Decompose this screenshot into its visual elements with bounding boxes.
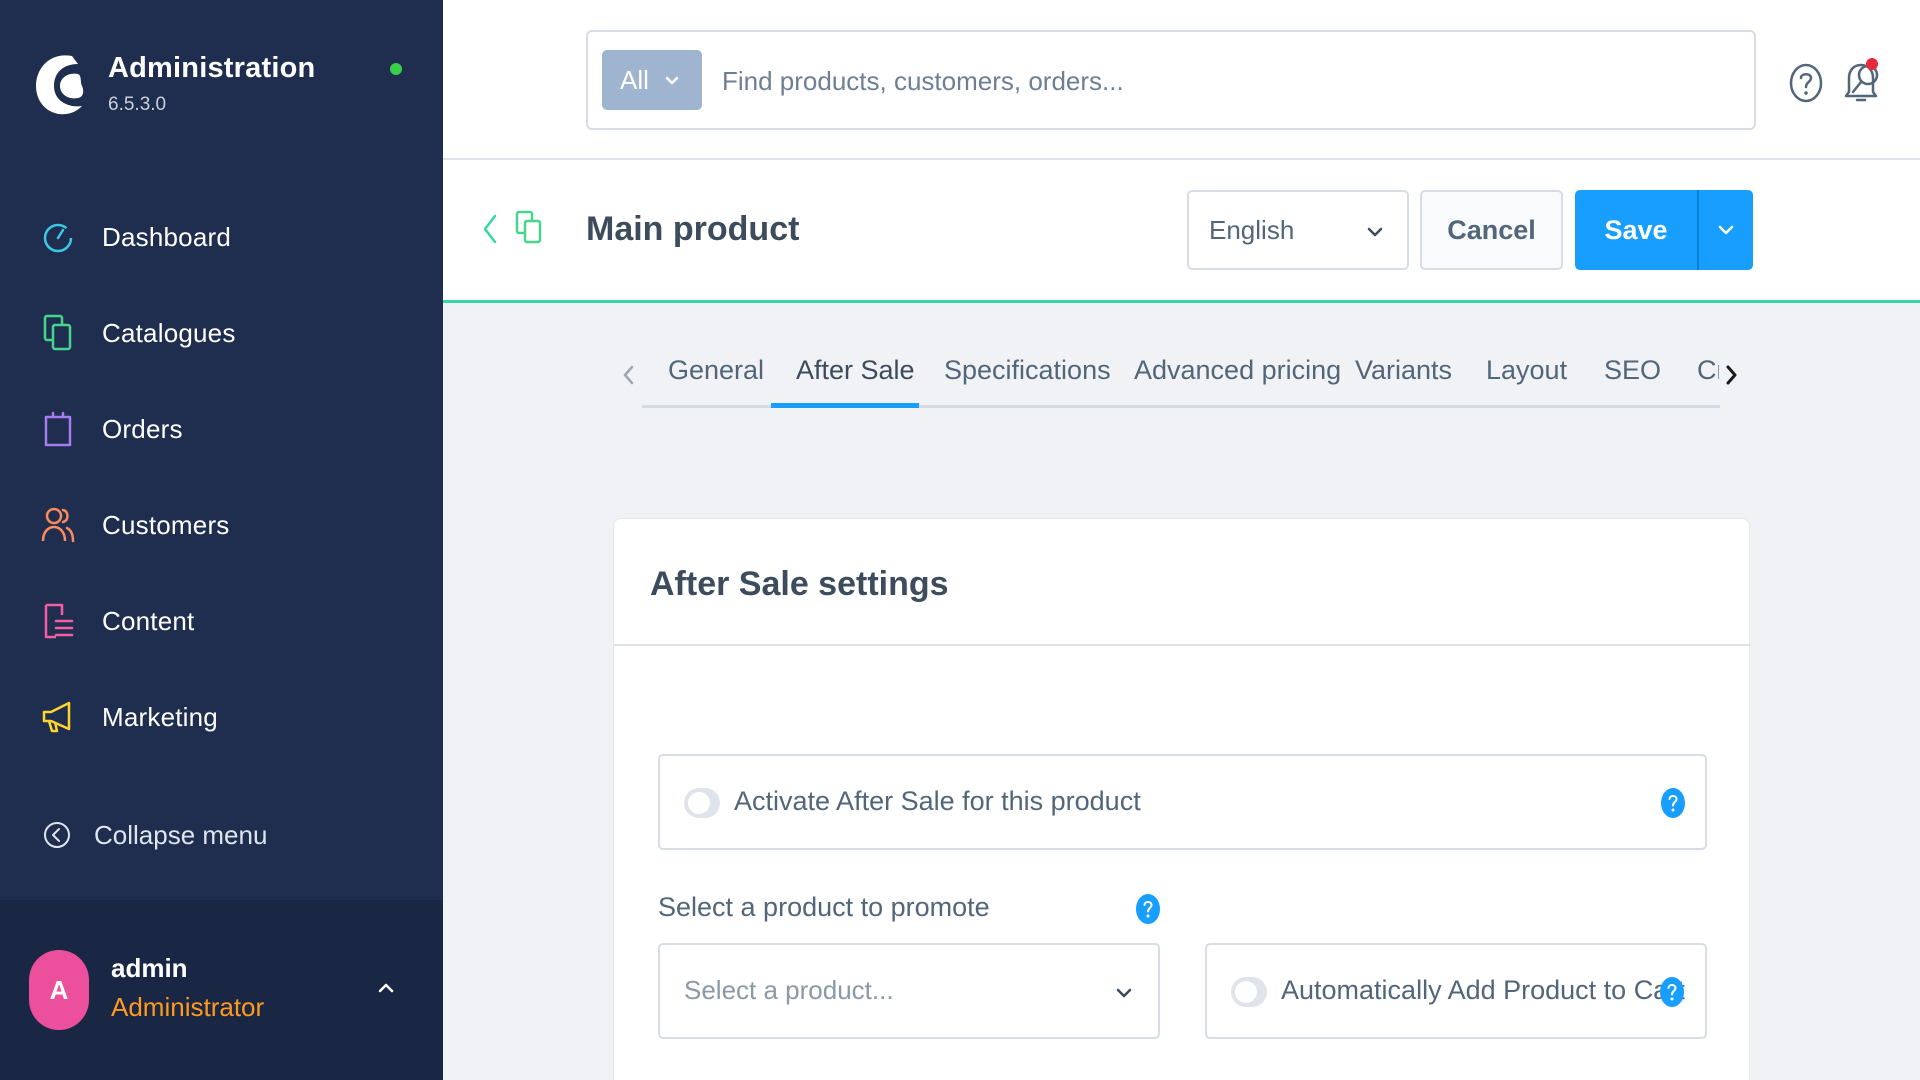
tab-specifications[interactable]: Specifications: [944, 345, 1111, 405]
product-select-placeholder: Select a product...: [684, 975, 894, 1005]
sidebar-item-label: Orders: [102, 413, 183, 444]
content-icon: [40, 601, 76, 641]
info-icon[interactable]: [1660, 977, 1684, 1007]
collapse-icon: [44, 822, 70, 848]
promote-product-label: Select a product to promote: [658, 892, 990, 922]
info-icon[interactable]: [1136, 894, 1160, 924]
page-header: Main product English Cancel Save: [443, 160, 1920, 303]
chevron-right-icon[interactable]: [1722, 359, 1740, 389]
tab-after-sale[interactable]: After Sale: [796, 345, 915, 405]
chevron-left-icon[interactable]: [620, 359, 638, 389]
sidebar-item-orders[interactable]: Orders: [40, 404, 410, 454]
catalogues-icon[interactable]: [515, 210, 543, 246]
sidebar-item-label: Marketing: [102, 701, 218, 732]
sidebar-item-dashboard[interactable]: Dashboard: [40, 212, 410, 262]
language-select[interactable]: English: [1187, 190, 1409, 270]
avatar: A: [29, 950, 89, 1030]
chevron-down-icon: [1116, 988, 1132, 998]
user-name: admin: [111, 953, 188, 983]
card-title: After Sale settings: [650, 565, 949, 603]
notification-bell-icon[interactable]: [1841, 56, 1881, 104]
activate-after-sale-toggle[interactable]: [684, 788, 720, 818]
tab-advanced-pricing[interactable]: Advanced pricing: [1134, 345, 1341, 405]
activate-after-sale-label: Activate After Sale for this product: [734, 786, 1141, 816]
chevron-up-icon[interactable]: [374, 976, 398, 1000]
sidebar: Administration 6.5.3.0 Dashboard Catalog…: [0, 0, 443, 1080]
top-bar: All: [443, 0, 1920, 160]
auto-add-to-cart-toggle[interactable]: [1231, 977, 1267, 1007]
save-options-button[interactable]: [1697, 190, 1753, 270]
chevron-down-icon: [1367, 227, 1383, 237]
sidebar-item-marketing[interactable]: Marketing: [40, 692, 410, 742]
tab-general[interactable]: General: [668, 345, 764, 405]
brand-version: 6.5.3.0: [108, 94, 167, 115]
help-icon[interactable]: [1788, 62, 1824, 104]
orders-icon: [40, 409, 76, 449]
save-button[interactable]: Save: [1575, 190, 1697, 270]
sidebar-item-label: Catalogues: [102, 317, 236, 348]
auto-add-to-cart-label: Automatically Add Product to Cart: [1281, 975, 1685, 1005]
global-search: All: [586, 30, 1879, 130]
chevron-left-icon[interactable]: [479, 210, 501, 248]
auto-add-to-cart-field: Automatically Add Product to Cart: [1205, 943, 1707, 1039]
sidebar-item-label: Dashboard: [102, 221, 231, 252]
search-input[interactable]: [722, 52, 1652, 110]
sidebar-item-customers[interactable]: Customers: [40, 500, 410, 550]
search-type-select[interactable]: All: [602, 50, 702, 110]
sidebar-item-content[interactable]: Content: [40, 596, 410, 646]
cancel-button[interactable]: Cancel: [1420, 190, 1563, 270]
chevron-down-icon: [665, 76, 679, 85]
marketing-icon: [40, 697, 76, 737]
after-sale-settings-card: After Sale settings Activate After Sale …: [613, 518, 1751, 1080]
chevron-down-icon: [1718, 225, 1734, 235]
collapse-menu-button[interactable]: Collapse menu: [42, 810, 267, 860]
status-indicator: [390, 63, 402, 75]
card-divider: [614, 644, 1751, 646]
info-icon[interactable]: [1661, 788, 1685, 818]
user-panel[interactable]: A admin Administrator: [0, 900, 443, 1080]
tab-seo[interactable]: SEO: [1604, 345, 1661, 405]
user-role: Administrator: [111, 992, 265, 1022]
tab-layout[interactable]: Layout: [1486, 345, 1567, 405]
dashboard-icon: [40, 217, 76, 257]
catalogues-icon: [40, 313, 76, 353]
shopware-logo-icon: [36, 55, 84, 115]
language-select-value: English: [1209, 214, 1295, 245]
collapse-menu-label: Collapse menu: [94, 819, 268, 850]
tab-cross-selling[interactable]: Cr: [1697, 345, 1719, 405]
sidebar-item-label: Customers: [102, 509, 230, 540]
search-type-label: All: [620, 64, 649, 95]
brand: Administration 6.5.3.0: [32, 46, 412, 120]
brand-title: Administration: [108, 52, 316, 84]
customers-icon: [40, 505, 76, 545]
sidebar-item-label: Content: [102, 605, 195, 636]
active-tab-indicator: [771, 403, 919, 408]
product-tabs: General After Sale Specifications Advanc…: [620, 345, 1750, 409]
page-title: Main product: [586, 210, 800, 248]
tab-variants[interactable]: Variants: [1355, 345, 1452, 405]
product-select[interactable]: Select a product...: [658, 943, 1160, 1039]
activate-after-sale-field: Activate After Sale for this product: [658, 754, 1707, 850]
sidebar-item-catalogues[interactable]: Catalogues: [40, 308, 410, 358]
